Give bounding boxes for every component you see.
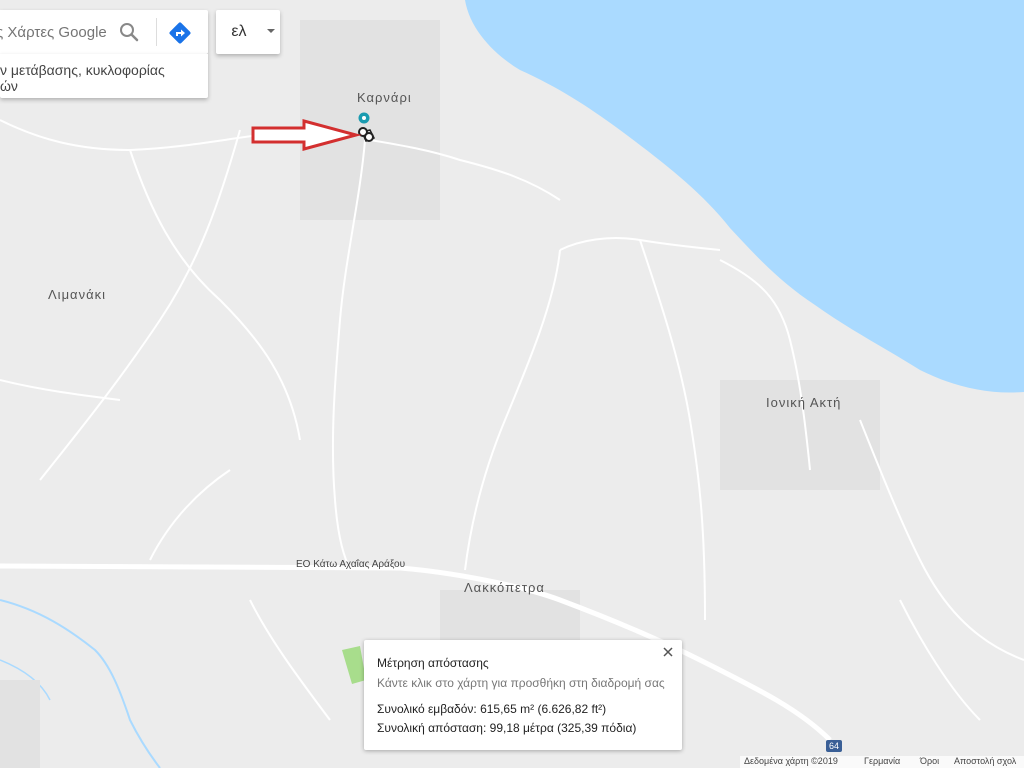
search-icon[interactable] <box>114 18 144 46</box>
place-label-karnari: Καρνάρι <box>357 90 412 105</box>
road-shield: 64 <box>826 740 842 752</box>
measure-distance-card: Μέτρηση απόστασης Κάντε κλικ στο χάρτη γ… <box>364 640 682 750</box>
search-suggestion[interactable]: ν μετάβασης, κυκλοφορίας ών <box>0 54 208 98</box>
place-label-limanaki: Λιμανάκι <box>48 287 106 302</box>
road-label-eo: ΕΟ Κάτω Αχαΐας Αράξου <box>296 559 406 570</box>
measure-hint: Κάντε κλικ στο χάρτη για προσθήκη στη δι… <box>377 676 665 690</box>
suggestion-line-1: ν μετάβασης, κυκλοφορίας <box>0 62 165 78</box>
measurement-point[interactable] <box>364 132 374 142</box>
place-label-lakkopetra: Λακκόπετρα <box>464 580 545 595</box>
search-input[interactable] <box>0 10 110 54</box>
suggestion-line-2: ών <box>0 78 18 94</box>
country-link[interactable]: Γερμανία <box>864 756 900 766</box>
language-selector: ελ <box>216 10 280 54</box>
search-box <box>0 10 208 54</box>
measure-title: Μέτρηση απόστασης <box>377 656 489 670</box>
caret-down-icon[interactable] <box>262 10 280 54</box>
place-label-ioniki-akti: Ιονική Ακτή <box>766 395 842 410</box>
map-footer: Δεδομένα χάρτη ©2019 Γερμανία Όροι Αποστ… <box>740 756 1024 768</box>
measure-total-distance: Συνολική απόσταση: 99,18 μέτρα (325,39 π… <box>377 721 637 735</box>
map-data-attribution: Δεδομένα χάρτη ©2019 <box>744 756 838 766</box>
directions-icon[interactable] <box>166 19 194 47</box>
close-icon[interactable] <box>658 642 678 662</box>
feedback-link[interactable]: Αποστολή σχολ <box>954 756 1016 766</box>
measure-total-area: Συνολικό εμβαδόν: 615,65 m² (6.626,82 ft… <box>377 702 607 716</box>
language-button[interactable]: ελ <box>216 10 262 54</box>
terms-link[interactable]: Όροι <box>920 756 939 766</box>
divider <box>156 18 157 46</box>
